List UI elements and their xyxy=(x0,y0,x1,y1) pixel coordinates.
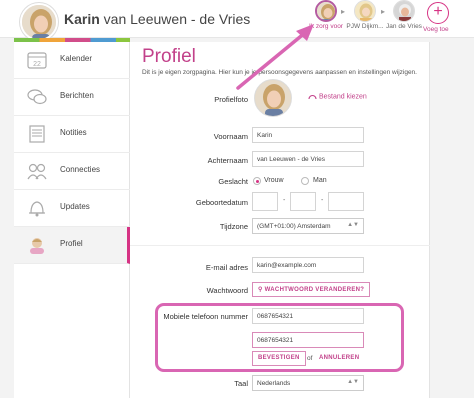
annotation-arrow xyxy=(236,24,314,90)
app-window: Karin van Leeuwen - de Vries Ik zorg voo… xyxy=(0,0,474,398)
